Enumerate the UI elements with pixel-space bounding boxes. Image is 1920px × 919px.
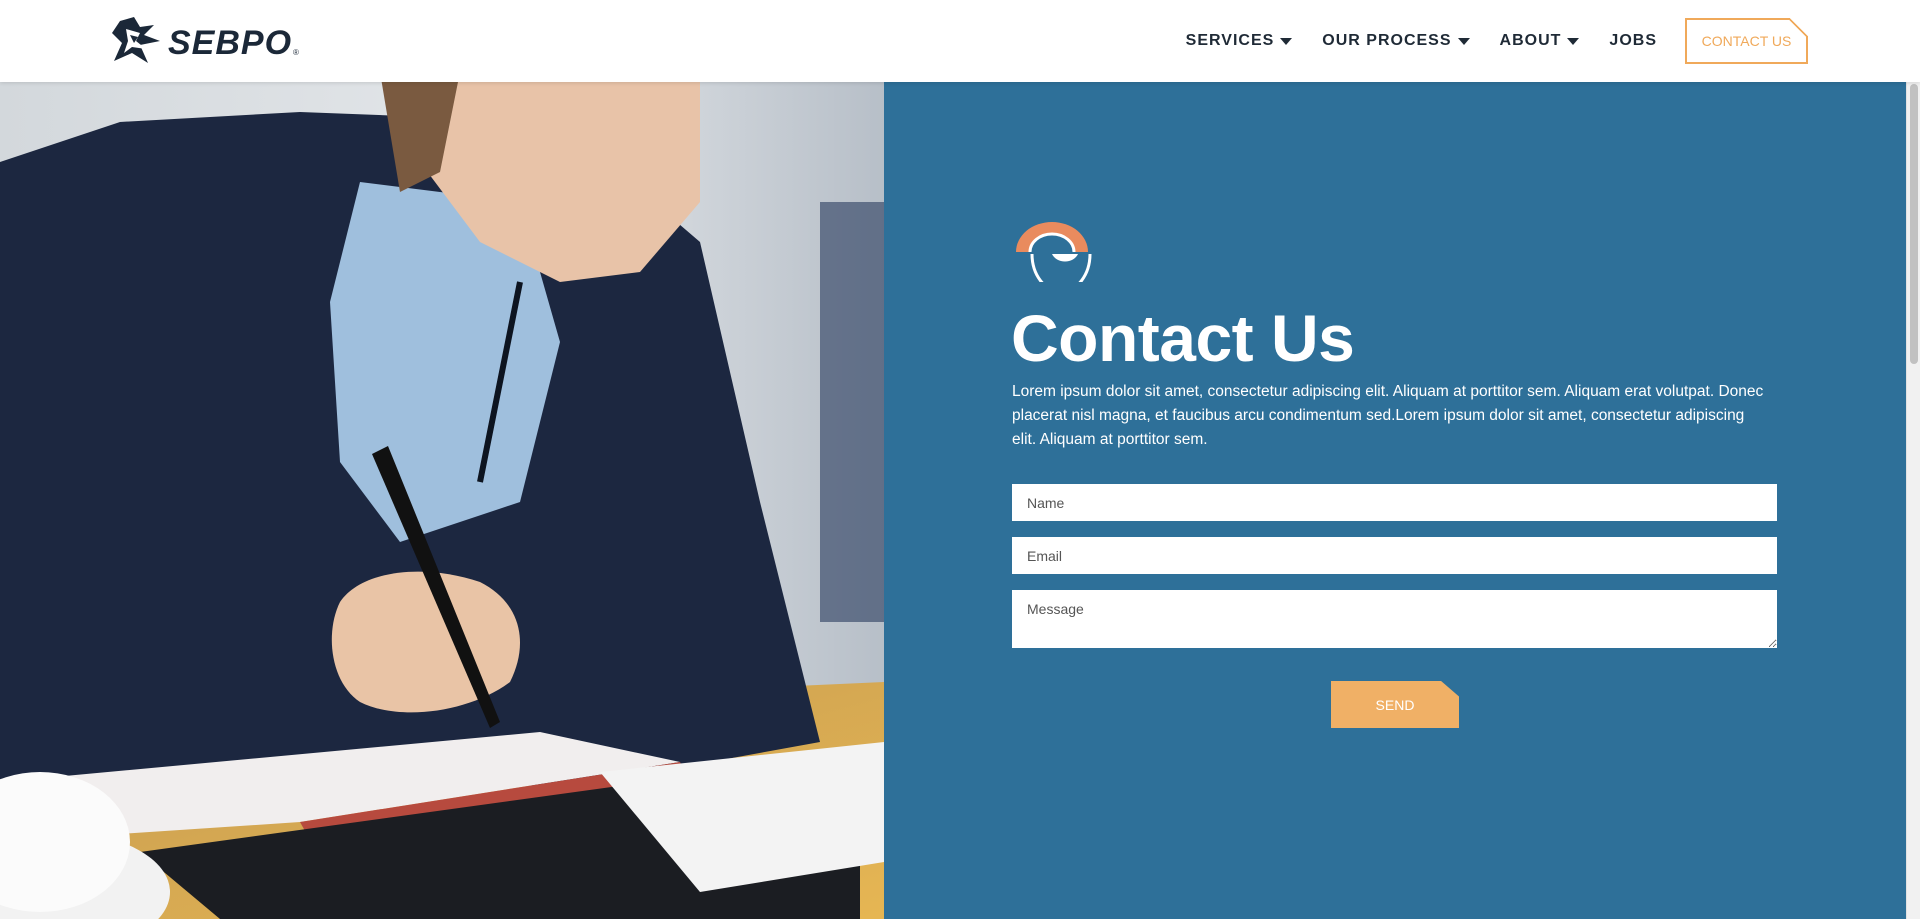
hero-photo [0, 82, 884, 919]
logo-text: SEBPO [168, 23, 293, 62]
registered-mark: ® [293, 47, 299, 57]
send-label: SEND [1375, 696, 1415, 713]
folded-corner-icon [1788, 18, 1808, 38]
nav-item-our-process[interactable]: OUR PROCESS [1322, 32, 1470, 50]
email-input[interactable] [1012, 537, 1777, 574]
scrollbar-thumb[interactable] [1910, 84, 1918, 364]
contact-description: Lorem ipsum dolor sit amet, consectetur … [1012, 383, 1764, 448]
contact-us-button[interactable]: CONTACT US [1685, 18, 1808, 64]
contact-panel: Contact Us Lorem ipsum dolor sit amet, c… [884, 82, 1906, 919]
page-scrollbar[interactable] [1906, 82, 1920, 919]
nav-item-services[interactable]: SERVICES [1186, 32, 1293, 50]
woman-writing-image [0, 82, 884, 919]
site-header: SEBPO ® SERVICES OUR PROCESS ABOUT JOBS … [0, 0, 1920, 82]
nav-item-label: ABOUT [1499, 32, 1562, 49]
nav-item-jobs[interactable]: JOBS [1609, 32, 1657, 50]
message-textarea[interactable] [1012, 590, 1777, 648]
send-button[interactable]: SEND [1331, 681, 1459, 728]
nav-item-label: OUR PROCESS [1322, 32, 1452, 49]
nav-item-label: JOBS [1609, 32, 1657, 49]
sebpo-logo-icon [112, 17, 160, 63]
logo[interactable]: SEBPO ® [110, 15, 299, 67]
nav-item-about[interactable]: ABOUT [1500, 32, 1580, 50]
section-emblem-icon [1016, 222, 1092, 282]
contact-us-label: CONTACT US [1701, 33, 1792, 49]
page-title: Contact Us [1011, 301, 1355, 375]
caret-down-icon [1457, 37, 1470, 45]
nav-item-label: SERVICES [1185, 32, 1275, 49]
name-input[interactable] [1012, 484, 1777, 521]
caret-down-icon [1280, 37, 1293, 45]
caret-down-icon [1567, 37, 1580, 45]
main-nav: SERVICES OUR PROCESS ABOUT JOBS CONTACT … [1186, 0, 1808, 82]
